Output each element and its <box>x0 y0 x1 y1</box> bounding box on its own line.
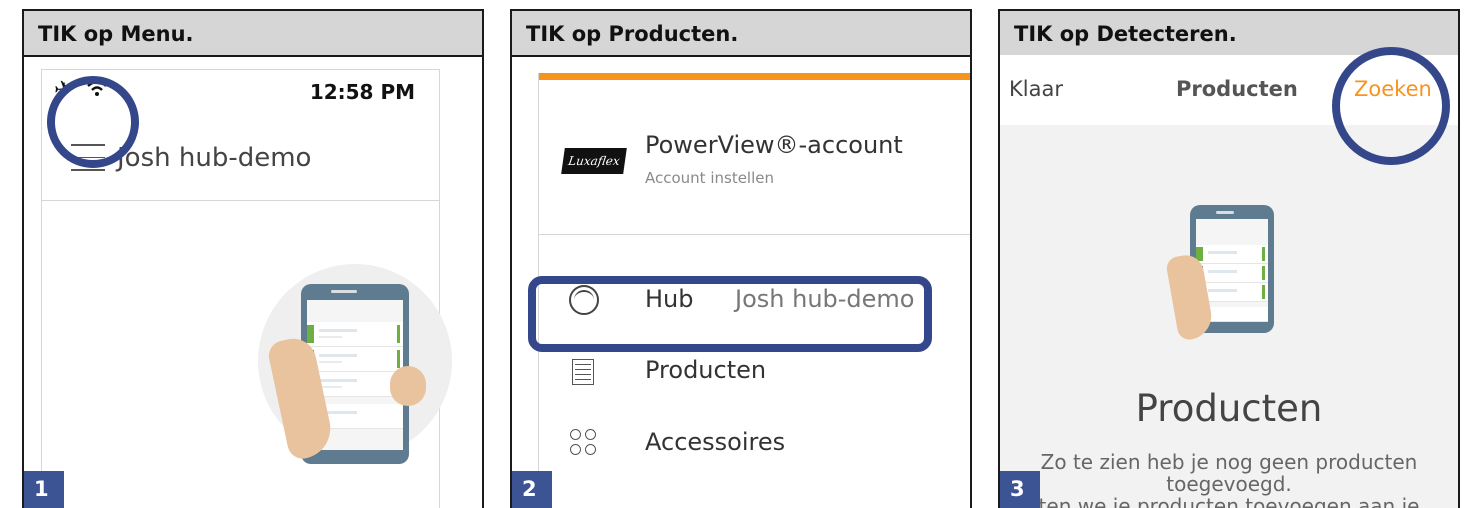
empty-state-message: Zo te zien heb je nog geen producten toe… <box>1022 451 1436 508</box>
products-icon <box>572 359 594 385</box>
empty-state-title: Producten <box>1135 387 1323 430</box>
highlight-box <box>528 276 932 352</box>
step-number: 3 <box>1000 471 1040 508</box>
account-title[interactable]: PowerView®-account <box>645 131 903 159</box>
nav-title: Producten <box>1176 77 1298 101</box>
step-instruction: TIK op Producten. <box>512 11 970 57</box>
highlight-circle <box>1332 47 1450 165</box>
step-number: 2 <box>512 471 552 508</box>
step-instruction: TIK op Menu. <box>24 11 482 57</box>
step-panel-2: TIK op Producten. Luxaflex PowerView®-ac… <box>510 9 972 508</box>
step-panel-1: TIK op Menu. ✈ 12:58 PM Josh hub-demo 1 <box>22 9 484 508</box>
step-panel-3: TIK op Detecteren. Klaar Producten Zoeke… <box>998 9 1460 508</box>
account-subtitle: Account instellen <box>645 169 775 187</box>
empty-state: Producten Zo te zien heb je nog geen pro… <box>1000 125 1458 508</box>
done-button[interactable]: Klaar <box>1009 77 1063 101</box>
hub-title: Josh hub-demo <box>117 143 312 173</box>
divider <box>539 234 970 235</box>
divider <box>42 200 439 201</box>
empty-state-message-cut: ten we je producten toevoegen aan je <box>1038 494 1420 508</box>
highlight-circle <box>47 76 139 168</box>
luxaflex-logo: Luxaflex <box>561 148 627 174</box>
status-time: 12:58 PM <box>309 80 415 104</box>
accessories-icon <box>570 429 600 459</box>
accent-bar <box>539 73 970 80</box>
step-number: 1 <box>24 471 64 508</box>
empty-state-message-line: Zo te zien heb je nog geen producten toe… <box>1040 450 1418 496</box>
thumb-illustration <box>390 366 426 406</box>
menu-item-accessoires[interactable]: Accessoires <box>645 428 785 456</box>
menu-item-producten[interactable]: Producten <box>645 356 766 384</box>
